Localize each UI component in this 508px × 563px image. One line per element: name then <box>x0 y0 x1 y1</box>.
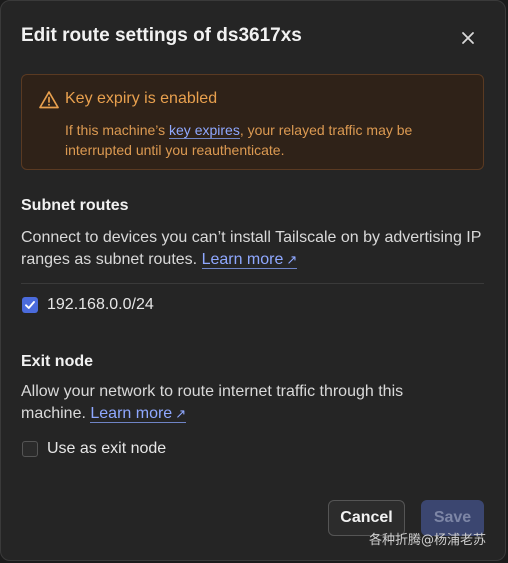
key-expiry-warning: Key expiry is enabled If this machine’s … <box>21 74 484 170</box>
close-button[interactable] <box>457 27 479 49</box>
external-link-icon: ↗ <box>175 406 187 421</box>
exit-node-description: Allow your network to route internet tra… <box>21 381 441 425</box>
watermark: 各种折腾@杨浦老苏 <box>369 533 487 548</box>
subnet-route-item[interactable]: 192.168.0.0/24 <box>22 296 154 314</box>
subnet-learn-more-label: Learn more <box>201 251 284 268</box>
subnet-route-checkbox[interactable] <box>22 297 38 313</box>
key-expires-link[interactable]: key expires <box>169 122 240 139</box>
warning-body: If this machine’s key expires, your rela… <box>65 120 465 160</box>
external-link-icon: ↗ <box>286 252 298 267</box>
close-icon <box>462 32 474 44</box>
exit-node-checkbox[interactable] <box>22 441 38 457</box>
dialog-title: Edit route settings of ds3617xs <box>21 25 302 46</box>
divider <box>21 283 484 284</box>
subnet-route-label: 192.168.0.0/24 <box>47 296 154 313</box>
exit-node-learn-more-label: Learn more <box>90 405 173 422</box>
warning-icon <box>39 91 59 109</box>
subnet-routes-description: Connect to devices you can’t install Tai… <box>21 227 491 271</box>
exit-node-option-label: Use as exit node <box>47 440 167 457</box>
subnet-routes-heading: Subnet routes <box>21 197 129 214</box>
checkmark-icon <box>25 301 35 309</box>
warning-title: Key expiry is enabled <box>65 90 218 107</box>
exit-node-description-text: Allow your network to route internet tra… <box>21 383 404 422</box>
route-settings-dialog: Edit route settings of ds3617xs Key expi… <box>0 0 506 561</box>
subnet-learn-more-link[interactable]: Learn more ↗ <box>201 251 298 269</box>
exit-node-heading: Exit node <box>21 353 94 370</box>
warning-body-prefix: If this machine’s <box>65 122 170 138</box>
exit-node-option[interactable]: Use as exit node <box>22 440 166 458</box>
exit-node-learn-more-link[interactable]: Learn more ↗ <box>90 405 187 423</box>
